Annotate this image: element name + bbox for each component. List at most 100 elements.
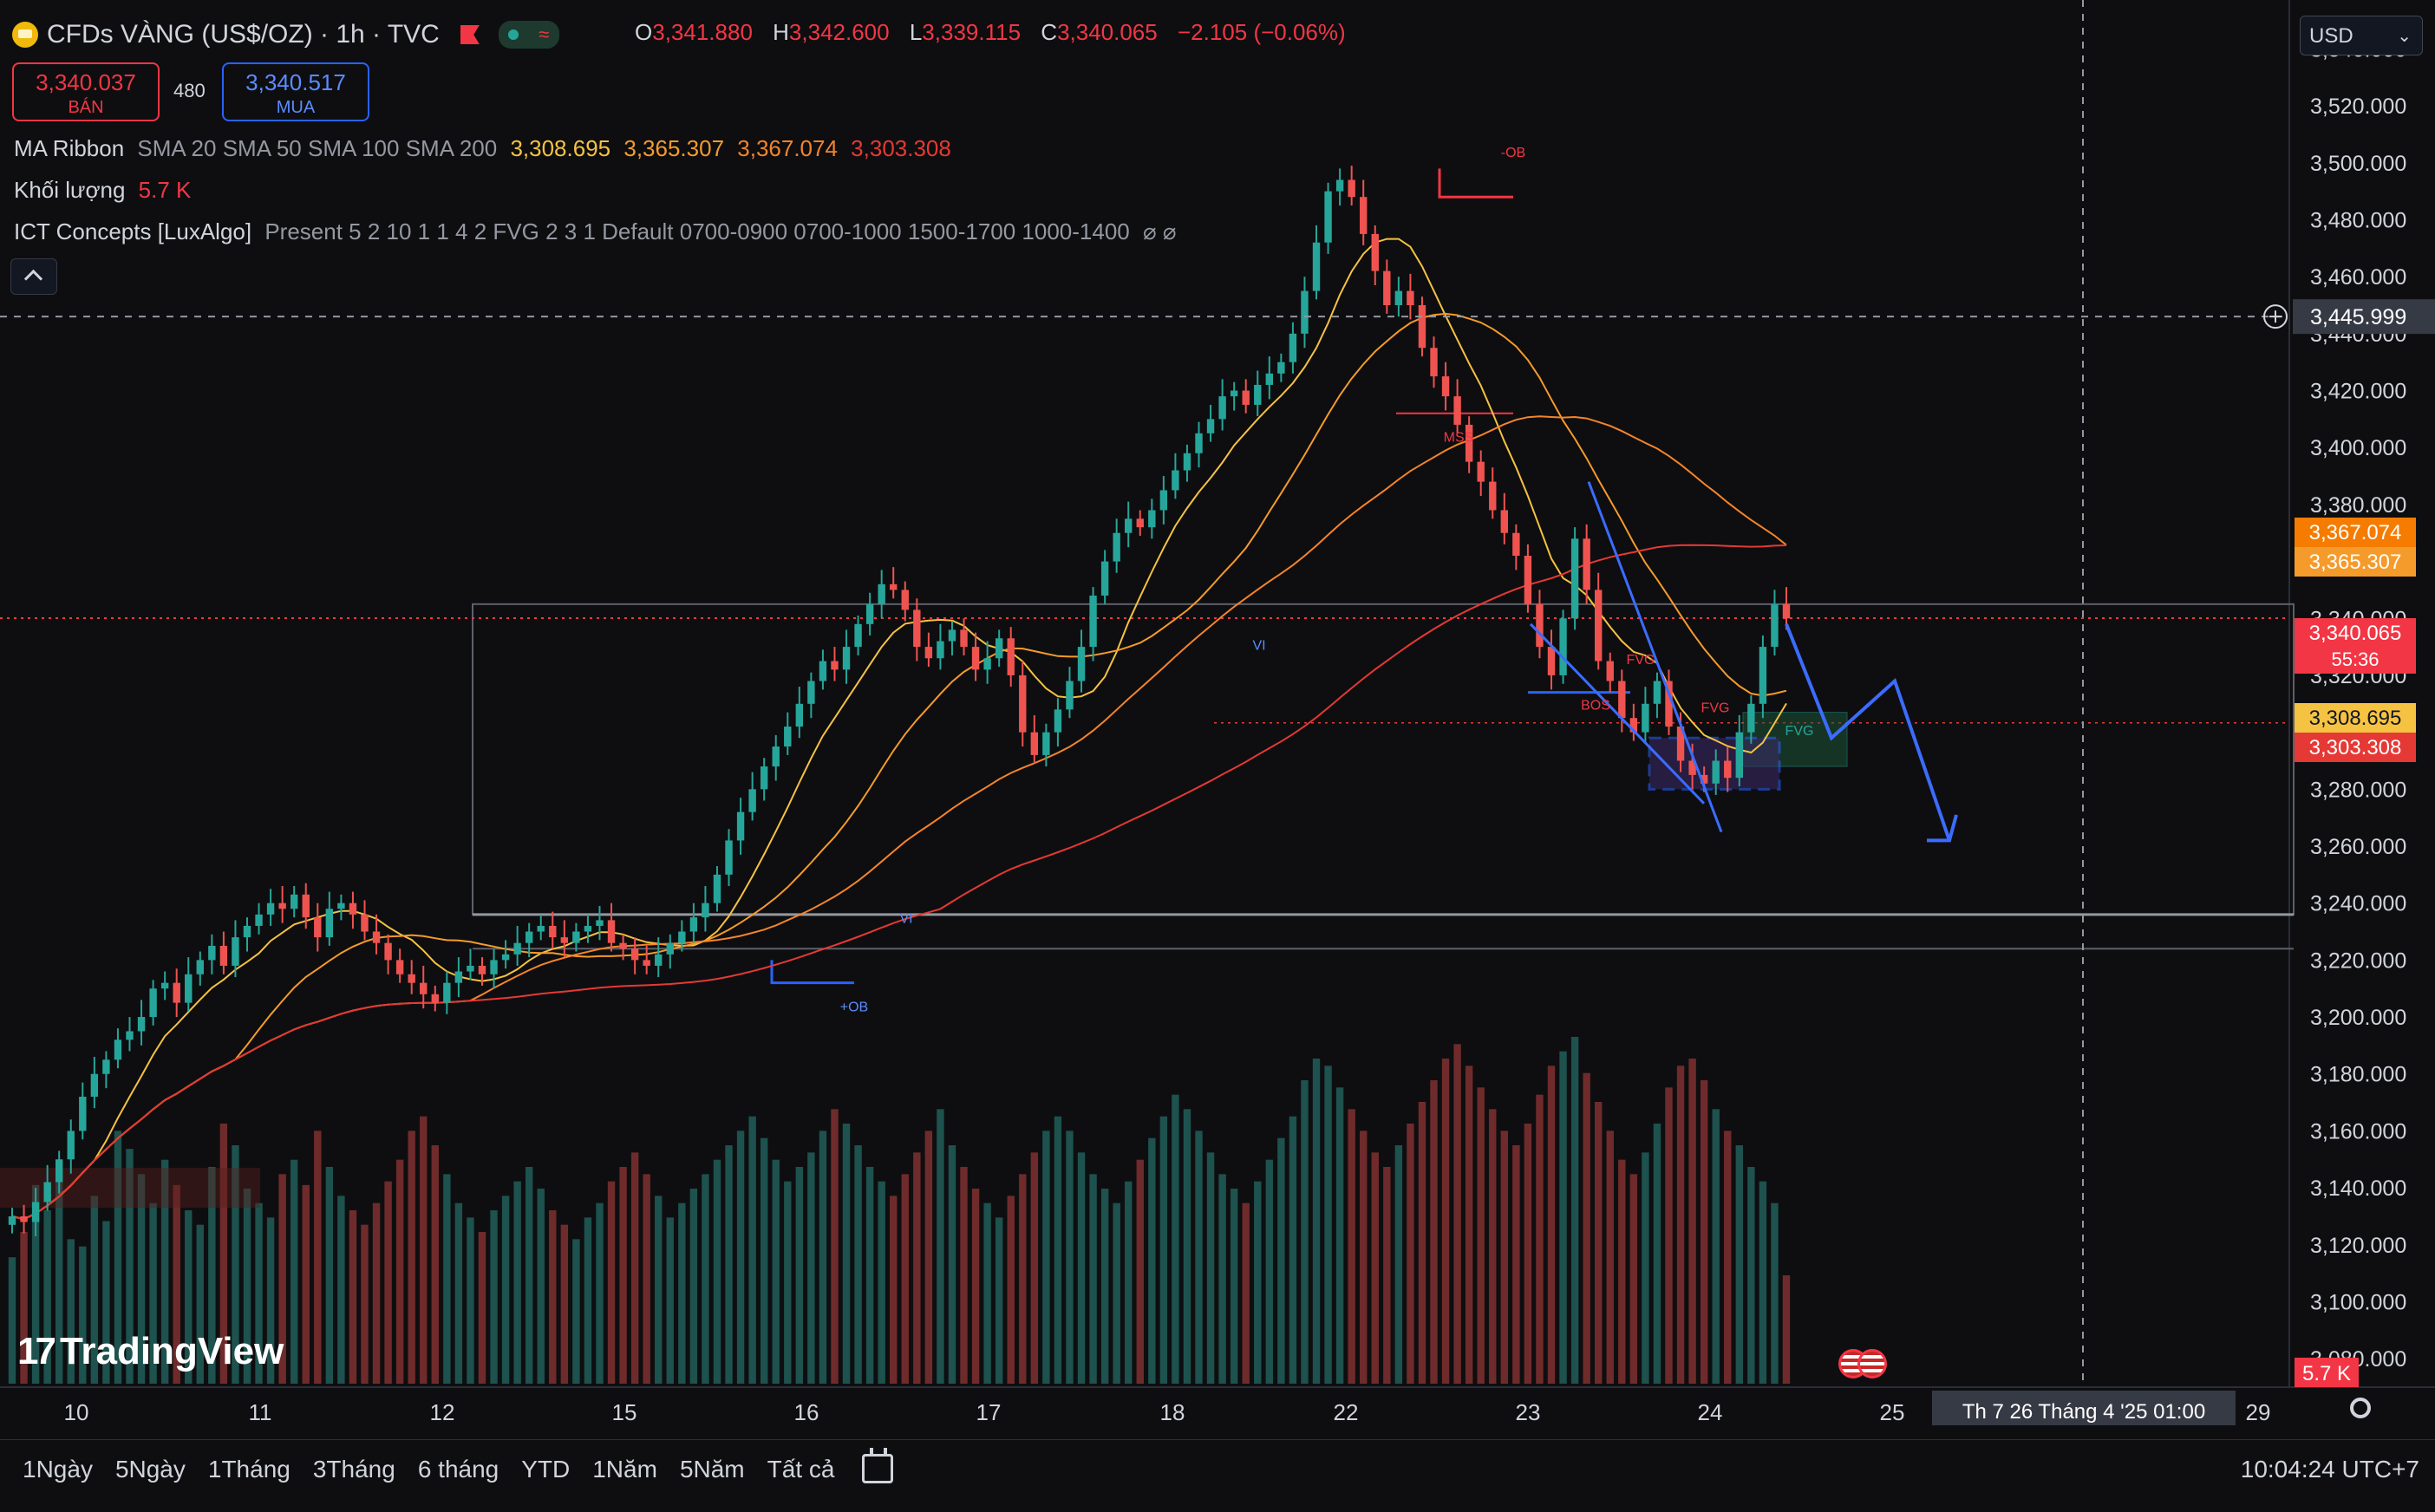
x-tick-label: 24 [1698,1399,1723,1425]
candle-body [1771,603,1779,648]
range-1d[interactable]: 1Ngày [23,1456,93,1483]
moving-average-line [11,415,1787,1221]
range-1m[interactable]: 1Tháng [208,1456,291,1483]
channel-line [1529,622,1706,805]
volume-bar [854,1145,862,1384]
volume-bar [513,1181,521,1384]
hidden-icon[interactable]: ⌀ ⌀ [1143,218,1177,244]
volume-bar [960,1167,968,1384]
candle-body [1477,461,1485,482]
volume-bar [1759,1181,1767,1384]
candle-body [549,925,557,938]
candle-body [314,917,322,938]
candle-body [1277,362,1285,374]
volume-bar [467,1217,474,1384]
sell-button[interactable]: 3,340.037 BÁN [12,62,160,121]
range-5y[interactable]: 5Năm [680,1456,745,1483]
y-tick-label: 3,160.000 [2310,1119,2406,1144]
x-tick-label: 22 [1334,1399,1359,1425]
moving-average-line [11,544,1787,1221]
range-ytd[interactable]: YTD [521,1456,570,1483]
ma-ribbon-legend[interactable]: MA Ribbon SMA 20 SMA 50 SMA 100 SMA 200 … [14,135,951,162]
candle-body [1172,470,1179,491]
market-status-pill[interactable]: ≈ [498,21,559,49]
wave-icon: ≈ [539,23,550,45]
volume-bar [1301,1080,1309,1384]
candle-body [901,590,909,610]
volume-bar [1218,1174,1226,1384]
range-5d[interactable]: 5Ngày [115,1456,186,1483]
volume-bar [1254,1181,1262,1384]
currency-select[interactable]: USD ⌄ [2300,16,2423,55]
symbol-title[interactable]: CFDs VÀNG (US$/OZ) · 1h · TVC [47,20,440,49]
candle-body [913,609,921,648]
candle-body [1100,561,1109,596]
x-tick-label: 25 [1880,1399,1905,1425]
volume-bar [1066,1131,1074,1384]
candle-body [372,931,381,943]
candle-body [114,1040,122,1060]
volume-bar [1289,1116,1297,1384]
volume-bar [478,1232,486,1384]
candle-body [1348,179,1355,198]
candle-body [408,974,415,983]
volume-bar [1489,1109,1497,1384]
y-tick-label: 3,380.000 [2310,493,2406,518]
volume-bar [490,1210,498,1384]
candle-body [1570,538,1579,619]
range-1y[interactable]: 1Năm [592,1456,657,1483]
volume-bar [1394,1145,1403,1384]
candle-body [490,960,498,974]
watermark-text: TradingView [59,1330,284,1372]
volume-bar [420,1116,428,1384]
volume-bar [725,1145,733,1384]
volume-bar [8,1257,16,1384]
volume-bar [702,1174,709,1384]
range-all[interactable]: Tất cả [767,1456,835,1483]
volume-bar [1712,1109,1720,1384]
volume-bar [1159,1116,1168,1384]
candle-body [395,960,404,974]
volume-bar [314,1131,322,1384]
calendar-icon[interactable] [862,1448,893,1483]
symbol-header[interactable]: CFDs VÀNG (US$/OZ) · 1h · TVC ≈ [12,16,559,54]
ict-legend[interactable]: ICT Concepts [LuxAlgo] Present 5 2 10 1 … [14,218,1177,245]
y-tick-label: 3,200.000 [2310,1006,2406,1030]
candle-body [1289,333,1297,362]
volume-bar [560,1224,569,1384]
volume-bar [1407,1124,1414,1384]
collapse-legend-button[interactable] [10,258,57,295]
candle-body [1559,618,1567,675]
range-6m[interactable]: 6 tháng [418,1456,499,1483]
candle-body [137,1017,146,1032]
volume-bar [1477,1087,1485,1384]
volume-bar [290,1159,298,1384]
candle-body [525,931,533,943]
us-flag-icon[interactable] [1857,1349,1887,1378]
range-3m[interactable]: 3Tháng [313,1456,395,1483]
candle-body [67,1131,75,1160]
volume-bar [913,1152,921,1384]
volume-legend[interactable]: Khối lượng 5.7 K [14,177,191,204]
buy-button[interactable]: 3,340.517 MUA [222,62,369,121]
annotation-label: FVG [1627,653,1655,668]
y-tick-label: 3,280.000 [2310,778,2406,802]
candle-body [55,1159,63,1183]
tradingview-logo[interactable]: 17 TradingView [17,1330,284,1373]
candle-body [1301,290,1309,334]
clock[interactable]: 10:04:24 UTC+7 [2241,1456,2419,1483]
candle-body [196,960,204,974]
candle-body [1583,538,1590,590]
sell-price: 3,340.037 [36,69,136,95]
flag-icon[interactable] [460,25,480,44]
gear-icon[interactable] [2350,1398,2371,1418]
volume-bar [1172,1094,1179,1384]
y-tick-label: 3,460.000 [2310,265,2406,290]
candle-body [713,874,721,903]
bearish-ob-line [1438,168,1513,199]
ohlc-value: 3,339.115 [922,19,1022,45]
candle-body [924,647,933,659]
volume-bar [454,1202,463,1384]
y-tick-label: 3,180.000 [2310,1063,2406,1087]
volume-bar [619,1167,627,1384]
